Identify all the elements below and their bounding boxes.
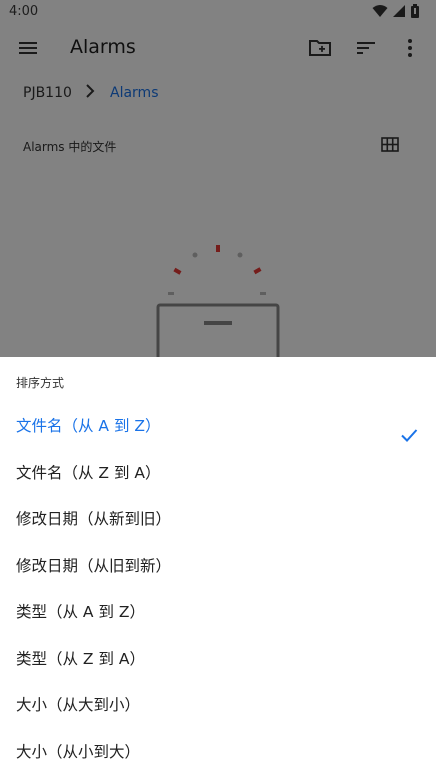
sort-options: 文件名（从 A 到 Z） 文件名（从 Z 到 A） 修改日期（从新到旧） 修改日… [0,403,436,775]
sort-option[interactable]: 类型（从 Z 到 A） [0,636,436,683]
sort-option[interactable]: 大小（从大到小） [0,682,436,729]
sort-option-label: 大小（从大到小） [16,696,141,714]
sort-option-label: 文件名（从 A 到 Z） [16,417,161,435]
sort-option[interactable]: 文件名（从 A 到 Z） [0,403,436,450]
sort-option-label: 修改日期（从旧到新） [16,556,172,575]
sort-option-label: 修改日期（从新到旧） [16,510,172,528]
sort-option-label: 文件名（从 Z 到 A） [16,463,161,482]
check-icon [399,417,419,442]
sort-option-label: 类型（从 Z 到 A） [16,649,146,668]
sort-option[interactable]: 修改日期（从新到旧） [0,496,436,543]
sort-option[interactable]: 大小（从小到大） [0,729,436,775]
sort-option[interactable]: 类型（从 A 到 Z） [0,589,436,636]
sort-option-label: 大小（从小到大） [16,742,141,761]
sort-bottom-sheet: 排序方式 文件名（从 A 到 Z） 文件名（从 Z 到 A） 修改日期（从新到旧… [0,357,436,775]
sort-option[interactable]: 文件名（从 Z 到 A） [0,450,436,497]
sort-option-label: 类型（从 A 到 Z） [16,603,146,621]
sort-option[interactable]: 修改日期（从旧到新） [0,543,436,590]
sheet-title: 排序方式 [16,376,65,390]
